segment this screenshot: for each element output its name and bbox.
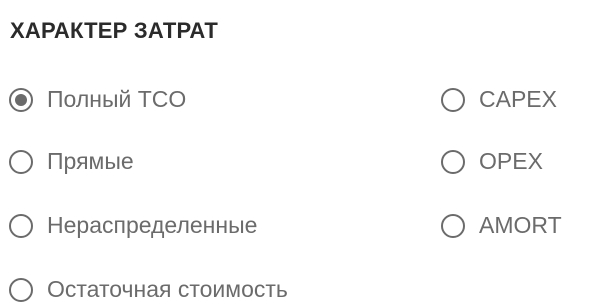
radio-label-opex: OPEX	[479, 148, 543, 174]
radio-option-unallocated[interactable]: Нераспределенные	[9, 212, 257, 239]
radio-option-capex[interactable]: CAPEX	[441, 86, 557, 113]
radio-unselected-icon[interactable]	[441, 87, 465, 112]
radio-option-opex[interactable]: OPEX	[441, 148, 543, 175]
section-title: ХАРАКТЕР ЗАТРАТ	[10, 18, 219, 43]
radio-label-residual: Остаточная стоимость	[47, 276, 288, 302]
radio-option-full-tco[interactable]: Полный TCO	[9, 86, 186, 113]
radio-label-full-tco: Полный TCO	[47, 86, 187, 112]
radio-label-direct: Прямые	[47, 148, 134, 174]
radio-option-residual[interactable]: Остаточная стоимость	[9, 276, 288, 303]
radio-label-amort: AMORT	[479, 212, 562, 238]
radio-selected-icon[interactable]	[9, 87, 33, 112]
radio-unselected-icon[interactable]	[9, 213, 33, 238]
radio-unselected-icon[interactable]	[441, 213, 465, 238]
radio-label-capex: CAPEX	[479, 86, 557, 112]
radio-unselected-icon[interactable]	[9, 277, 33, 302]
radio-option-direct[interactable]: Прямые	[9, 148, 134, 175]
radio-unselected-icon[interactable]	[9, 149, 33, 174]
radio-unselected-icon[interactable]	[441, 149, 465, 174]
radio-option-amort[interactable]: AMORT	[441, 212, 562, 239]
radio-label-unallocated: Нераспределенные	[47, 212, 258, 238]
